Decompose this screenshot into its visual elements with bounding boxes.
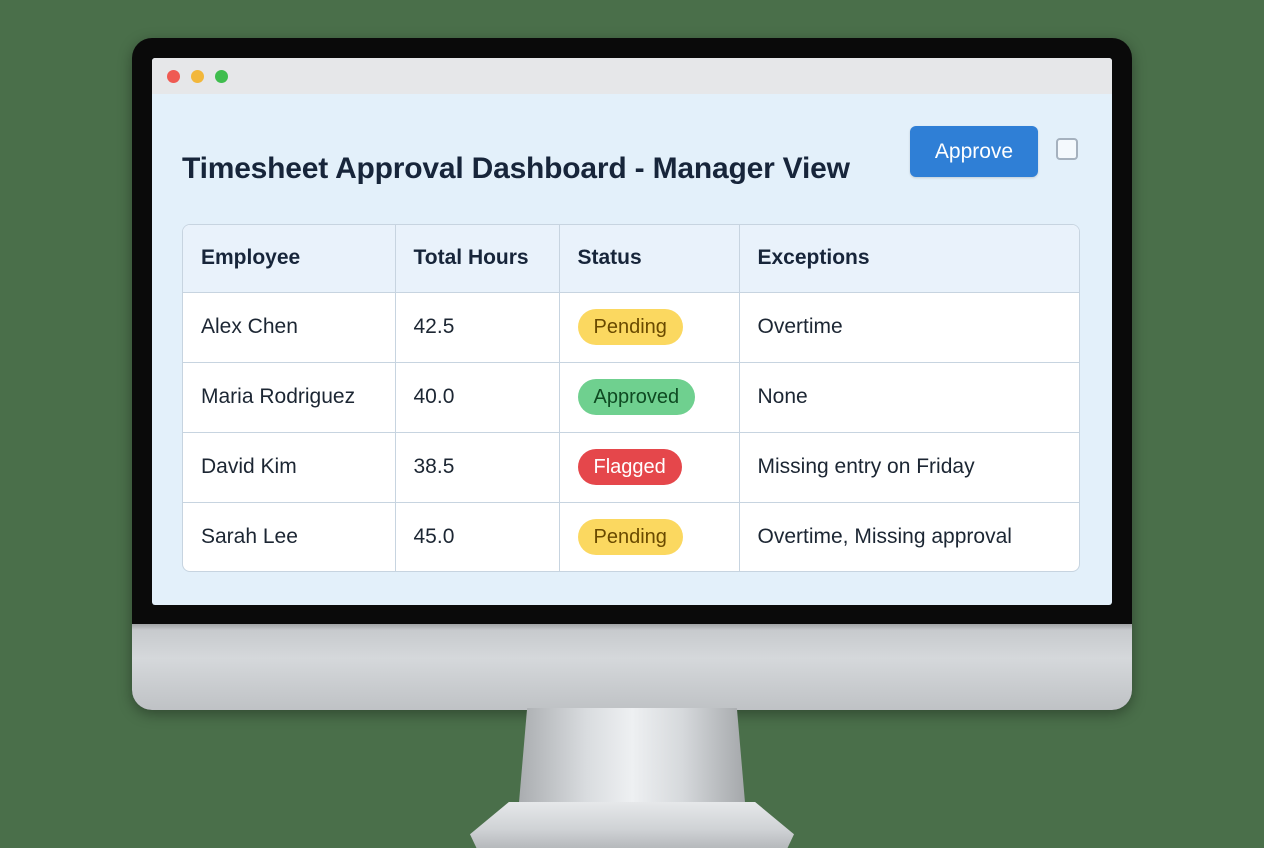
approve-button[interactable]: Approve (910, 126, 1038, 177)
table-row[interactable]: Alex Chen 42.5 Pending Overtime (183, 292, 1079, 363)
column-header-employee[interactable]: Employee (183, 225, 396, 293)
hours-cell: 42.5 (395, 292, 560, 363)
column-header-exceptions[interactable]: Exceptions (739, 225, 1079, 293)
monitor-chin (132, 624, 1132, 710)
minimize-window-icon[interactable] (191, 70, 204, 83)
monitor: Timesheet Approval Dashboard - Manager V… (132, 38, 1132, 710)
column-header-status[interactable]: Status (559, 225, 740, 293)
hours-cell: 40.0 (395, 362, 560, 433)
status-cell: Pending (559, 292, 740, 363)
select-all-checkbox[interactable] (1056, 138, 1078, 160)
status-badge: Pending (577, 309, 683, 345)
employee-cell: Maria Rodriguez (183, 362, 396, 433)
monitor-stand-neck (518, 708, 746, 814)
hours-cell: 45.0 (395, 502, 560, 571)
maximize-window-icon[interactable] (215, 70, 228, 83)
table-row[interactable]: David Kim 38.5 Flagged Missing entry on … (183, 432, 1079, 503)
window-titlebar (152, 58, 1112, 94)
status-badge: Approved (577, 379, 696, 415)
app-window: Timesheet Approval Dashboard - Manager V… (152, 58, 1112, 605)
timesheet-table: Employee Total Hours Status Exceptions A… (182, 224, 1080, 572)
monitor-stand-base (470, 802, 794, 848)
column-header-total-hours[interactable]: Total Hours (395, 225, 560, 293)
status-badge: Flagged (577, 449, 682, 485)
status-cell: Flagged (559, 432, 740, 503)
exceptions-cell: Overtime, Missing approval (757, 525, 1012, 549)
hours-cell: 38.5 (395, 432, 560, 503)
status-cell: Approved (559, 362, 740, 433)
close-window-icon[interactable] (167, 70, 180, 83)
page-title: Timesheet Approval Dashboard - Manager V… (182, 152, 850, 185)
table-row[interactable]: Sarah Lee 45.0 Pending Overtime, Missing… (183, 502, 1079, 571)
status-badge: Pending (577, 519, 683, 556)
employee-cell: Alex Chen (183, 292, 396, 363)
table-header-row: Employee Total Hours Status Exceptions (183, 225, 1079, 293)
exceptions-cell: Overtime (739, 292, 1079, 363)
monitor-chin-shadow (132, 624, 1132, 630)
employee-cell: Sarah Lee (183, 502, 396, 571)
exceptions-cell: Missing entry on Friday (739, 432, 1079, 503)
status-cell: Pending (559, 502, 740, 571)
employee-cell: David Kim (183, 432, 396, 503)
exceptions-cell: None (739, 362, 1079, 433)
table-row[interactable]: Maria Rodriguez 40.0 Approved None (183, 362, 1079, 433)
